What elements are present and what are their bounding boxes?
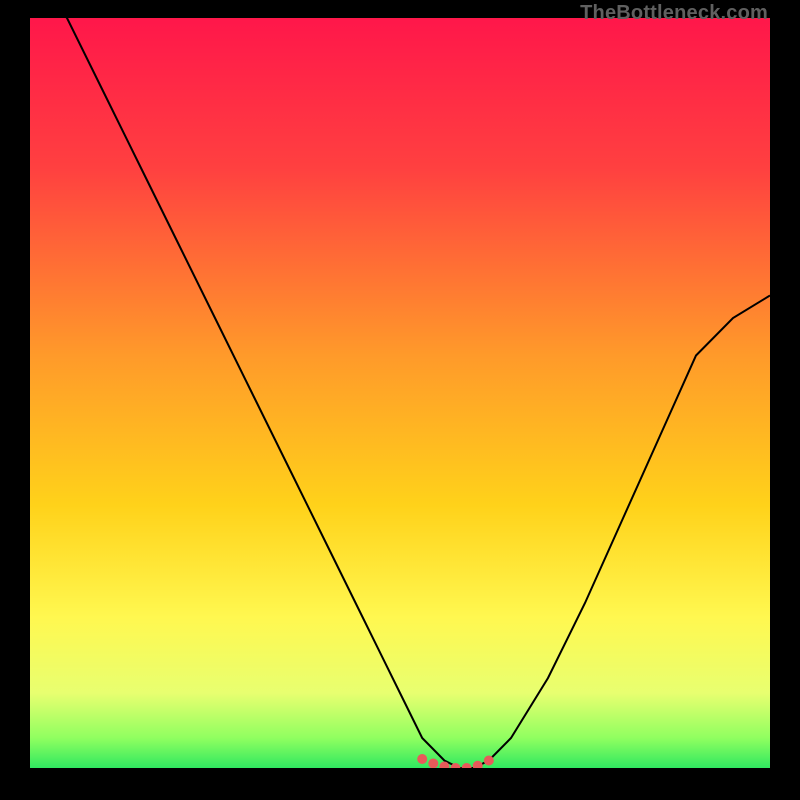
plot-area xyxy=(30,18,770,768)
plot-svg xyxy=(30,18,770,768)
chart-frame: TheBottleneck.com xyxy=(0,0,800,800)
gradient-background xyxy=(30,18,770,768)
watermark-text: TheBottleneck.com xyxy=(580,2,768,25)
